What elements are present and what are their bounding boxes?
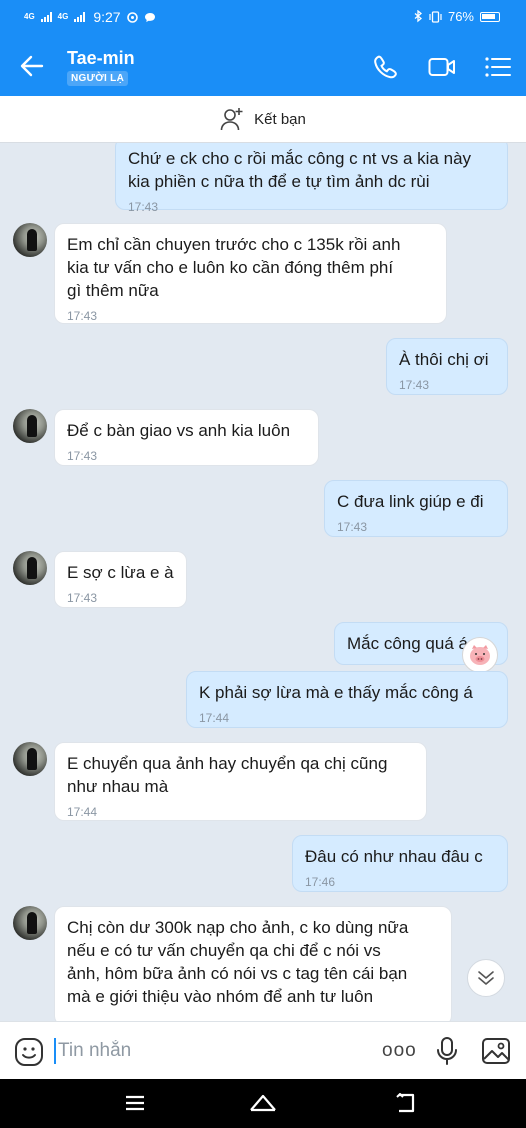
message-text: C đưa link giúp e đi [337, 492, 484, 511]
message-bubble-incoming[interactable]: Để c bàn giao vs anh kia luôn 17:43 [54, 409, 319, 466]
message-time: 17:43 [67, 309, 98, 323]
avatar[interactable] [13, 742, 47, 776]
add-friend-bar[interactable]: Kết bạn [0, 96, 526, 143]
message-bubble-outgoing[interactable]: K phải sợ lừa mà e thấy mắc công á 17:44 [186, 671, 508, 728]
add-friend-icon [220, 108, 243, 131]
emoji-icon[interactable] [14, 1037, 44, 1067]
back-arrow-icon[interactable] [18, 52, 46, 80]
message-text: Để c bàn giao vs anh kia luôn [67, 421, 291, 440]
message-list[interactable]: Chứ e ck cho c rồi mắc công c nt vs a ki… [0, 143, 526, 1021]
message-text: E chuyển qua ảnh hay chuyển qa chị cũng … [67, 754, 388, 796]
settings-status-icon [126, 11, 138, 23]
battery-percent: 76% [447, 9, 474, 24]
message-bubble-outgoing[interactable]: Chứ e ck cho c rồi mắc công c nt vs a ki… [115, 143, 508, 214]
message-composer: ooo [0, 1021, 526, 1079]
message-text: À thôi chị ơi [399, 350, 489, 369]
message-bubble-outgoing[interactable]: Đâu có như nhau đâu c 17:46 [292, 835, 508, 892]
message-bubble-incoming[interactable]: E chuyển qua ảnh hay chuyển qa chị cũng … [54, 742, 427, 821]
battery-icon [480, 11, 500, 22]
phone-icon[interactable] [372, 54, 400, 80]
add-friend-label: Kết bạn [254, 110, 306, 128]
message-text: Chị còn dư 300k nạp cho ảnh, c ko dùng n… [67, 918, 409, 1006]
vibrate-icon [429, 10, 442, 23]
avatar[interactable] [13, 906, 47, 940]
message-time: 17:43 [67, 591, 98, 605]
clock: 9:27 [93, 9, 121, 25]
message-time: 17:43 [128, 200, 159, 214]
message-input[interactable] [54, 1038, 354, 1064]
message-text: Chứ e ck cho c rồi mắc công c nt vs a ki… [128, 149, 472, 191]
more-options-icon[interactable]: ooo [382, 1040, 417, 1062]
chat-status-icon [144, 12, 155, 22]
message-bubble-outgoing[interactable]: À thôi chị ơi 17:43 [386, 338, 508, 395]
image-icon[interactable] [481, 1037, 511, 1065]
network-type-1: 4G [24, 12, 35, 21]
recents-menu-icon[interactable] [124, 1094, 146, 1112]
message-bubble-outgoing[interactable]: C đưa link giúp e đi 17:43 [324, 480, 508, 537]
message-time: 17:43 [399, 378, 430, 392]
menu-icon[interactable] [484, 54, 512, 80]
system-nav-bar [0, 1079, 526, 1128]
avatar[interactable] [13, 551, 47, 585]
message-time: 17:44 [199, 711, 230, 725]
message-bubble-incoming[interactable]: Em chỉ cần chuyen trước cho c 135k rồi a… [54, 223, 447, 324]
stranger-badge: NGƯỜI LẠ [67, 71, 129, 86]
signal-icon [40, 12, 52, 22]
avatar[interactable] [13, 223, 47, 257]
microphone-icon[interactable] [436, 1036, 458, 1066]
message-time: 17:43 [337, 520, 368, 534]
message-text: E sợ c lừa e à [67, 563, 174, 582]
message-bubble-incoming[interactable]: E sợ c lừa e à 17:43 [54, 551, 187, 608]
message-text: Em chỉ cần chuyen trước cho c 135k rồi a… [67, 235, 401, 300]
chevron-down-icon [478, 971, 494, 985]
message-text: K phải sợ lừa mà e thấy mắc công á [199, 683, 473, 702]
pig-reaction-icon[interactable] [462, 637, 498, 673]
message-time: 17:44 [67, 805, 98, 819]
back-nav-icon[interactable] [395, 1093, 417, 1113]
signal-icon-2 [74, 12, 86, 22]
message-bubble-incoming[interactable]: Chị còn dư 300k nạp cho ảnh, c ko dùng n… [54, 906, 452, 1021]
message-text: Đâu có như nhau đâu c [305, 847, 483, 866]
avatar[interactable] [13, 409, 47, 443]
scroll-down-button[interactable] [467, 959, 505, 997]
home-icon[interactable] [248, 1092, 278, 1112]
chat-header: Tae-min NGƯỜI LẠ [0, 36, 526, 96]
contact-name[interactable]: Tae-min [67, 48, 135, 69]
bluetooth-icon [414, 10, 422, 23]
message-time: 17:46 [305, 875, 336, 889]
status-bar: 4G 4G 9:27 76% [0, 0, 526, 36]
video-call-icon[interactable] [428, 54, 456, 80]
message-time: 17:43 [67, 449, 98, 463]
network-type-2: 4G [57, 12, 69, 21]
